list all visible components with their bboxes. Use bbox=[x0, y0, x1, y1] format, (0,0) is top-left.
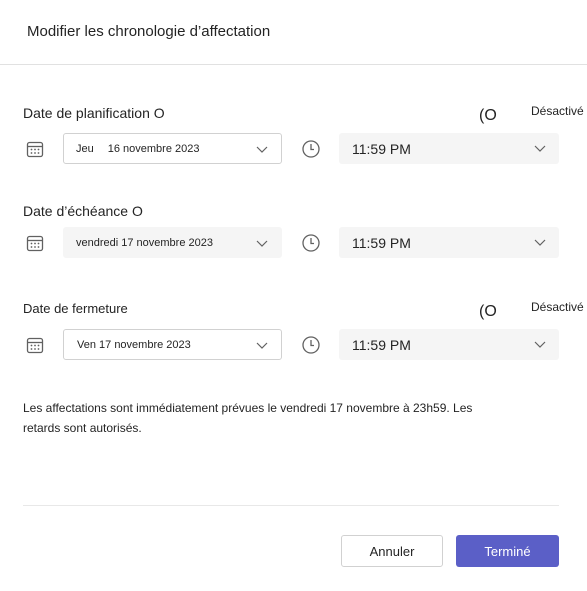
close-date-label: Date de fermeture bbox=[23, 301, 128, 316]
due-date-value: vendredi 17 novembre 2023 bbox=[76, 236, 213, 249]
chevron-down-icon bbox=[256, 342, 268, 349]
close-toggle-state: Désactivé bbox=[531, 300, 584, 314]
due-time-value: 11:59 PM bbox=[352, 234, 411, 251]
schedule-summary-text: Les affectations sont immédiatement prév… bbox=[23, 401, 473, 435]
due-date-label: Date d’échéance O bbox=[23, 203, 143, 219]
footer-divider bbox=[23, 505, 559, 506]
dialog-title: Modifier les chronologie d’affectation bbox=[27, 23, 271, 40]
schedule-date-value: 16 novembre 2023 bbox=[107, 142, 200, 155]
clock-icon bbox=[300, 334, 322, 356]
close-time-dropdown[interactable]: 11:59 PM bbox=[339, 329, 559, 360]
due-time-dropdown[interactable]: 11:59 PM bbox=[339, 227, 559, 258]
calendar-icon bbox=[24, 138, 46, 160]
schedule-date-day: Jeu bbox=[76, 142, 94, 155]
schedule-toggle[interactable]: (O bbox=[479, 107, 497, 125]
edit-timeline-dialog: Modifier les chronologie d’affectation D… bbox=[0, 0, 587, 591]
chevron-down-icon bbox=[534, 341, 546, 348]
close-date-dropdown[interactable]: Ven 17 novembre 2023 bbox=[63, 329, 282, 360]
calendar-icon bbox=[24, 232, 46, 254]
close-toggle[interactable]: (O bbox=[479, 303, 497, 321]
done-button[interactable]: Terminé bbox=[456, 535, 559, 567]
chevron-down-icon bbox=[534, 145, 546, 152]
header-divider bbox=[0, 64, 587, 65]
schedule-toggle-state: Désactivé bbox=[531, 104, 584, 118]
chevron-down-icon bbox=[534, 239, 546, 246]
schedule-date-dropdown[interactable]: Jeu 16 novembre 2023 bbox=[63, 133, 282, 164]
close-date-value: Ven 17 novembre 2023 bbox=[77, 338, 191, 351]
calendar-icon bbox=[24, 334, 46, 356]
schedule-date-label: Date de planification O bbox=[23, 105, 165, 121]
schedule-time-dropdown[interactable]: 11:59 PM bbox=[339, 133, 559, 164]
due-date-dropdown[interactable]: vendredi 17 novembre 2023 bbox=[63, 227, 282, 258]
schedule-time-value: 11:59 PM bbox=[352, 140, 411, 157]
clock-icon bbox=[300, 138, 322, 160]
chevron-down-icon bbox=[256, 240, 268, 247]
chevron-down-icon bbox=[256, 146, 268, 153]
clock-icon bbox=[300, 232, 322, 254]
cancel-button[interactable]: Annuler bbox=[341, 535, 443, 567]
close-time-value: 11:59 PM bbox=[352, 336, 411, 353]
